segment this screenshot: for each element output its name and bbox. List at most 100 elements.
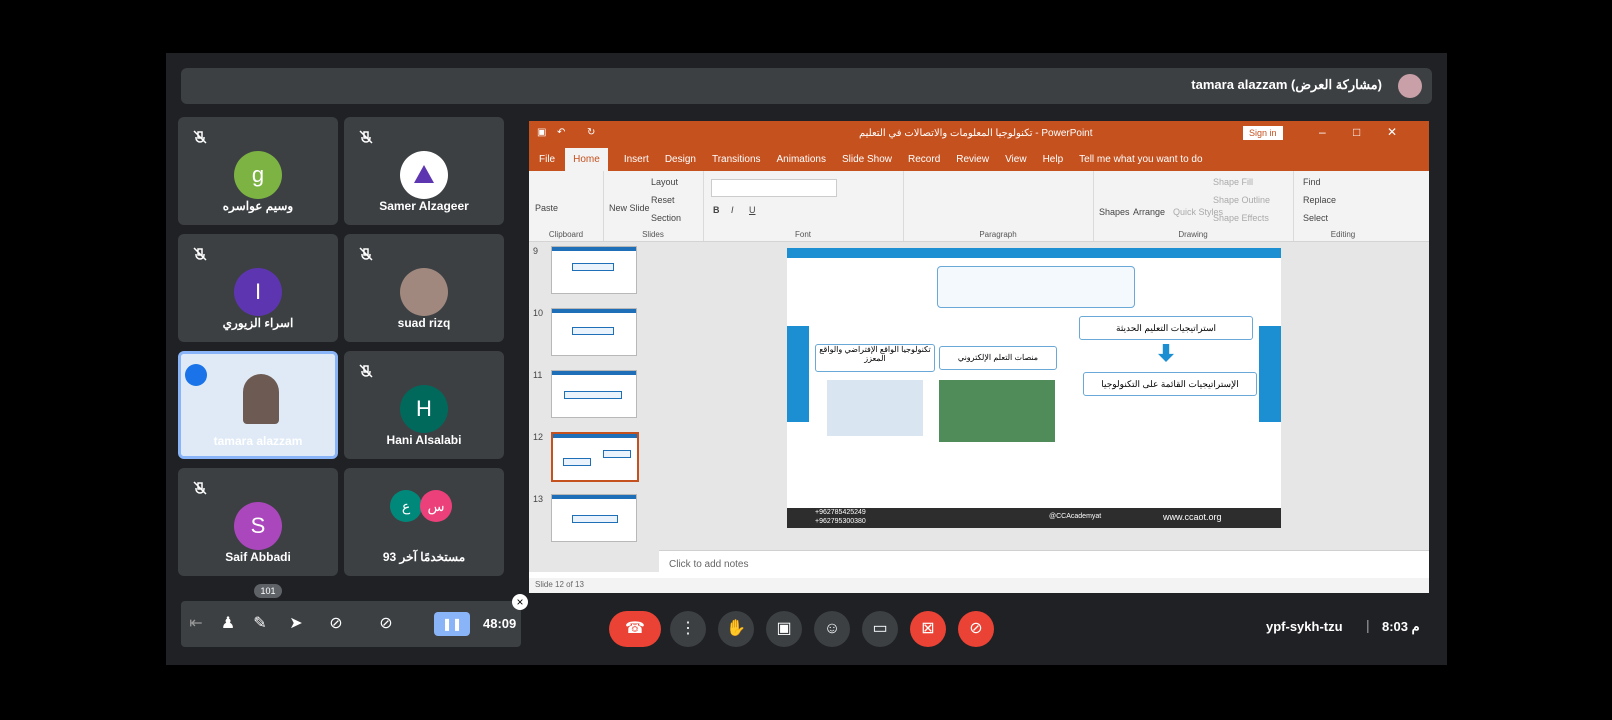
tab-transitions[interactable]: Transitions [712,154,761,165]
meet-window: tamara alazzam (مشاركة العرض) g وسيم عوا… [166,53,1447,665]
tab-design[interactable]: Design [665,154,696,165]
viewer-count-badge: 101 [254,584,282,598]
participant-tile[interactable]: suad rizq [344,234,504,342]
tab-insert[interactable]: Insert [624,154,649,165]
others-tile[interactable]: ع س 93 مستخدمًا آخر [344,468,504,576]
captions-icon[interactable]: ▭ [862,611,898,647]
avatar: H [400,385,448,433]
slide-thumbnail[interactable] [551,308,637,356]
tab-view[interactable]: View [1005,154,1027,165]
paste-button[interactable]: Paste [535,203,558,213]
avatar [400,151,448,199]
raise-hand-icon[interactable]: ✋ [718,611,754,647]
tab-help[interactable]: Help [1043,154,1064,165]
pen-icon[interactable]: ✎ [251,615,269,633]
notes-placeholder: Click to add notes [669,559,749,570]
clock: 8:03 م [1382,619,1420,634]
arrange-button[interactable]: Arrange [1133,207,1165,217]
highlighter-icon[interactable]: ♟ [219,615,237,633]
font-name-field[interactable] [711,179,837,197]
group-font: B I U Font [703,171,904,241]
group-label: Font [794,230,811,239]
participant-tile[interactable]: H Hani Alsalabi [344,351,504,459]
arrow-down-icon [1158,344,1174,362]
underline-icon[interactable]: U [749,205,756,215]
ribbon-tabs: File Home Insert Design Transitions Anim… [529,147,1429,171]
slide[interactable]: استراتيجيات التعليم الحديثة الإستراتيجيا… [787,248,1281,528]
mic-off-button[interactable]: ⊘ [958,611,994,647]
meeting-code: ypf-sykh-tzu [1266,619,1343,634]
person-silhouette [243,374,279,424]
participant-name: suad rizq [397,316,451,330]
participant-name: اسراء الزيوري [222,316,294,330]
powerpoint-window: ▣ ↶ ↻ تكنولوجيا المعلومات والاتصالات في … [529,121,1429,593]
present-screen-icon[interactable]: ▣ [766,611,802,647]
group-label: Paragraph [979,230,1017,239]
slide-right-bar [1259,326,1281,422]
maximize-icon[interactable]: □ [1353,125,1360,139]
replace-button[interactable]: Replace [1303,195,1336,205]
tab-file[interactable]: File [539,154,555,165]
shape-outline-button[interactable]: Shape Outline [1213,195,1270,205]
shape-effects-button[interactable]: Shape Effects [1213,213,1269,223]
ribbon: Paste Clipboard New Slide Layout Reset S… [529,171,1429,242]
mic-off-icon [359,364,373,378]
status-bar: Slide 12 of 13 [529,578,1429,593]
find-button[interactable]: Find [1303,177,1321,187]
slide-thumbnail[interactable] [551,494,637,542]
participant-tile[interactable]: Samer Alzageer [344,117,504,225]
pause-button[interactable]: ❚❚ [434,612,470,636]
reset-button[interactable]: Reset [651,195,675,205]
tell-me-search[interactable]: Tell me what you want to do [1079,154,1202,165]
slide-canvas: استراتيجيات التعليم الحديثة الإستراتيجيا… [659,242,1429,550]
slide-thumbnail[interactable] [551,246,637,294]
shape-fill-button[interactable]: Shape Fill [1213,177,1253,187]
bold-icon[interactable]: B [713,205,720,215]
slide-thumbnail[interactable] [551,370,637,418]
mic-off-icon [359,130,373,144]
italic-icon[interactable]: I [731,205,734,215]
close-toolbar-icon[interactable]: × [512,594,528,610]
phone-2: +962795300380 [815,518,866,525]
mic-off-icon[interactable]: ⊘ [327,615,345,633]
slide-counter: Slide 12 of 13 [535,580,584,589]
tab-animations[interactable]: Animations [777,154,826,165]
emoji-icon[interactable]: ☺ [814,611,850,647]
ppt-document-title: تكنولوجيا المعلومات والاتصالات في التعلي… [859,128,1093,139]
mic-off-icon [193,247,207,261]
layout-button[interactable]: Layout [651,177,678,187]
participant-tile-presenter[interactable]: tamara alazzam [178,351,338,459]
notes-pane[interactable]: Click to add notes [659,550,1429,579]
tab-slideshow[interactable]: Slide Show [842,154,892,165]
new-slide-button[interactable]: New Slide [609,203,650,213]
participant-tile[interactable]: I اسراء الزيوري [178,234,338,342]
undo-icon[interactable]: ↶ [557,127,565,138]
tab-record[interactable]: Record [908,154,940,165]
select-button[interactable]: Select [1303,213,1328,223]
tab-home[interactable]: Home [565,147,608,171]
participant-tile[interactable]: g وسيم عواسره [178,117,338,225]
group-drawing: Shapes Arrange Quick Styles Shape Fill S… [1093,171,1294,241]
shapes-button[interactable]: Shapes [1099,207,1130,217]
thumb-number: 13 [533,494,544,504]
more-options-icon[interactable]: ⋮ [670,611,706,647]
signin-button[interactable]: Sign in [1243,126,1283,140]
slide-heading-box: استراتيجيات التعليم الحديثة [1079,316,1253,340]
pen-off-icon[interactable]: ⊘ [377,615,395,633]
tab-review[interactable]: Review [956,154,989,165]
camera-off-icon[interactable]: ⊠ [910,611,946,647]
redo-icon[interactable]: ↻ [587,127,595,138]
slide-image-vr [827,380,923,436]
phone-1: +962785425249 [815,509,866,516]
minimize-icon[interactable]: – [1319,125,1326,139]
slide-thumbnail-selected[interactable] [551,432,639,482]
collapse-icon[interactable]: ⇤ [187,615,205,633]
close-icon[interactable]: ✕ [1387,125,1397,139]
pointer-icon[interactable]: ➤ [287,615,305,633]
avatar-photo [400,268,448,316]
slide-thumbnails-pane: 9 10 11 12 13 [529,242,659,572]
section-button[interactable]: Section [651,213,681,223]
save-icon[interactable]: ▣ [537,127,546,138]
leave-call-button[interactable]: ☎ [609,611,661,647]
participant-tile[interactable]: S Saif Abbadi [178,468,338,576]
